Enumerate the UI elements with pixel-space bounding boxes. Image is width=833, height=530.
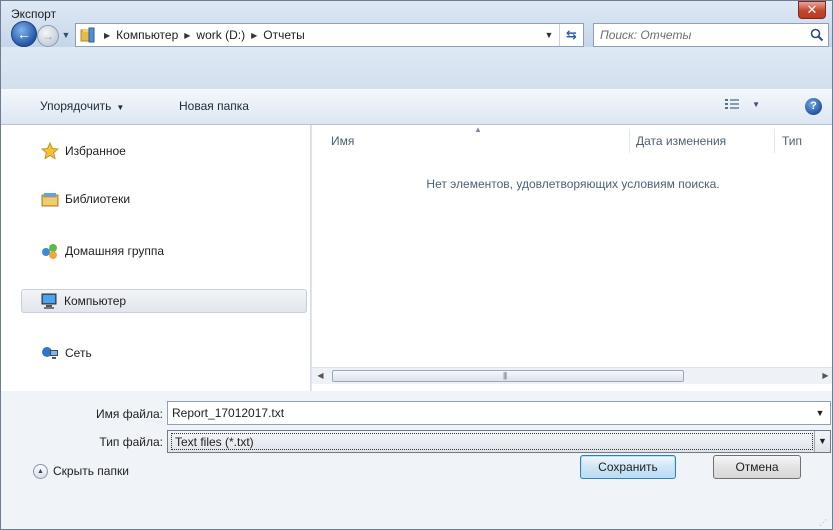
triangle-left-icon: ◀ xyxy=(317,371,324,380)
filename-combobox[interactable]: ▼ xyxy=(167,401,831,425)
horizontal-scrollbar[interactable]: ◀ ||| ▶ xyxy=(312,367,832,384)
star-icon xyxy=(41,142,59,160)
close-icon: ✕ xyxy=(806,2,818,17)
organize-button[interactable]: Упорядочить ▼ xyxy=(40,99,124,113)
chevron-right-icon[interactable]: ▶ xyxy=(251,31,257,40)
column-header-name[interactable]: Имя xyxy=(331,125,354,155)
chevron-down-icon: ▼ xyxy=(818,436,827,446)
scroll-right-button[interactable]: ▶ xyxy=(817,368,832,384)
filename-input[interactable] xyxy=(172,405,792,421)
filetype-label: Тип файла: xyxy=(99,435,163,449)
hide-folders-button[interactable]: ▲ Скрыть папки xyxy=(33,461,129,481)
sidebar-item-network[interactable]: Сеть xyxy=(41,341,92,365)
sort-ascending-icon: ▲ xyxy=(474,125,482,134)
chevron-right-icon[interactable]: ▶ xyxy=(104,31,110,40)
network-icon xyxy=(42,347,58,359)
help-icon: ? xyxy=(810,100,817,112)
help-button[interactable]: ? xyxy=(805,98,822,115)
file-list: Имя ▲ Дата изменения Тип Нет элементов, … xyxy=(312,125,832,391)
scroll-left-button[interactable]: ◀ xyxy=(312,368,329,384)
chevron-down-icon: ▼ xyxy=(752,100,760,109)
filetype-dropdown-button[interactable]: ▼ xyxy=(814,431,830,452)
refresh-button[interactable]: ⇆ xyxy=(559,24,583,46)
back-button[interactable]: ← xyxy=(11,21,37,47)
scrollbar-thumb[interactable]: ||| xyxy=(332,370,684,382)
save-form: Имя файла: ▼ Тип файла: Text files (*.tx… xyxy=(1,391,832,529)
triangle-right-icon: ▶ xyxy=(822,371,829,380)
breadcrumb-drive[interactable]: work (D:) xyxy=(196,28,245,42)
sidebar-item-label: Библиотеки xyxy=(65,192,131,206)
address-dropdown-button[interactable]: ▼ xyxy=(541,24,557,46)
command-bar: Упорядочить ▼ Новая папка ▼ ? xyxy=(1,89,832,125)
window-title: Экспорт xyxy=(11,7,57,21)
arrow-left-icon: ← xyxy=(17,26,31,42)
breadcrumb-folder[interactable]: Отчеты xyxy=(263,28,304,42)
column-header-date[interactable]: Дата изменения xyxy=(636,125,726,155)
sidebar-item-homegroup[interactable]: Домашняя группа xyxy=(41,239,164,263)
sidebar-item-label: Избранное xyxy=(65,144,126,158)
organize-label: Упорядочить xyxy=(40,99,112,113)
change-view-button[interactable]: ▼ xyxy=(725,98,769,116)
sidebar-item-label: Сеть xyxy=(65,346,92,360)
search-input[interactable] xyxy=(600,27,800,43)
homegroup-icon xyxy=(42,244,57,259)
cancel-button[interactable]: Отмена xyxy=(713,455,801,479)
search-box[interactable] xyxy=(593,23,829,47)
empty-list-message: Нет элементов, удовлетворяющих условиям … xyxy=(426,177,720,191)
sidebar-item-label: Домашняя группа xyxy=(65,244,165,258)
breadcrumb-computer[interactable]: Компьютер xyxy=(116,28,178,42)
filename-dropdown-button[interactable]: ▼ xyxy=(812,402,828,424)
search-icon xyxy=(810,28,824,42)
resize-grip-icon[interactable]: ⋰ xyxy=(819,518,829,528)
navigation-pane: Избранное Библиотеки Домашняя группа Ком… xyxy=(1,125,311,391)
export-dialog: Экспорт ✕ ← → ▼ ▶ Компьютер ▶ work (D:) … xyxy=(0,0,833,530)
libraries-icon xyxy=(41,193,59,207)
close-button[interactable]: ✕ xyxy=(798,1,826,19)
chevron-down-icon: ▼ xyxy=(61,30,71,40)
breadcrumb: ▶ Компьютер ▶ work (D:) ▶ Отчеты xyxy=(98,24,305,46)
forward-button[interactable]: → xyxy=(37,25,59,47)
chevron-down-icon: ▼ xyxy=(815,408,825,418)
header-background xyxy=(1,47,832,89)
column-divider[interactable] xyxy=(774,129,775,153)
recent-pages-button[interactable]: ▼ xyxy=(60,28,72,42)
refresh-icon: ⇆ xyxy=(566,27,577,42)
chevron-up-icon: ▲ xyxy=(33,463,48,479)
filetype-selected-value: Text files (*.txt) xyxy=(171,433,813,450)
save-button[interactable]: Сохранить xyxy=(580,455,676,479)
chevron-right-icon[interactable]: ▶ xyxy=(184,31,190,40)
new-folder-button[interactable]: Новая папка xyxy=(179,99,249,113)
computer-icon xyxy=(41,293,57,309)
filetype-select[interactable]: Text files (*.txt) ▼ xyxy=(167,430,831,453)
column-header-type[interactable]: Тип xyxy=(782,125,802,155)
column-divider[interactable] xyxy=(629,129,630,153)
address-bar[interactable]: ▶ Компьютер ▶ work (D:) ▶ Отчеты ▼ ⇆ xyxy=(75,23,584,47)
chevron-down-icon: ▼ xyxy=(116,103,125,112)
sidebar-item-label: Компьютер xyxy=(64,294,127,308)
grip-icon: ||| xyxy=(503,371,507,380)
sidebar-item-computer[interactable]: Компьютер xyxy=(21,289,307,313)
hide-folders-label: Скрыть папки xyxy=(53,464,129,478)
arrow-right-icon: → xyxy=(42,29,54,43)
sidebar-item-favorites[interactable]: Избранное xyxy=(41,139,126,163)
folder-icon xyxy=(80,27,95,43)
chevron-down-icon: ▼ xyxy=(544,30,554,40)
filename-label: Имя файла: xyxy=(96,407,163,421)
details-view-icon xyxy=(725,99,739,110)
sidebar-item-libraries[interactable]: Библиотеки xyxy=(41,187,130,211)
